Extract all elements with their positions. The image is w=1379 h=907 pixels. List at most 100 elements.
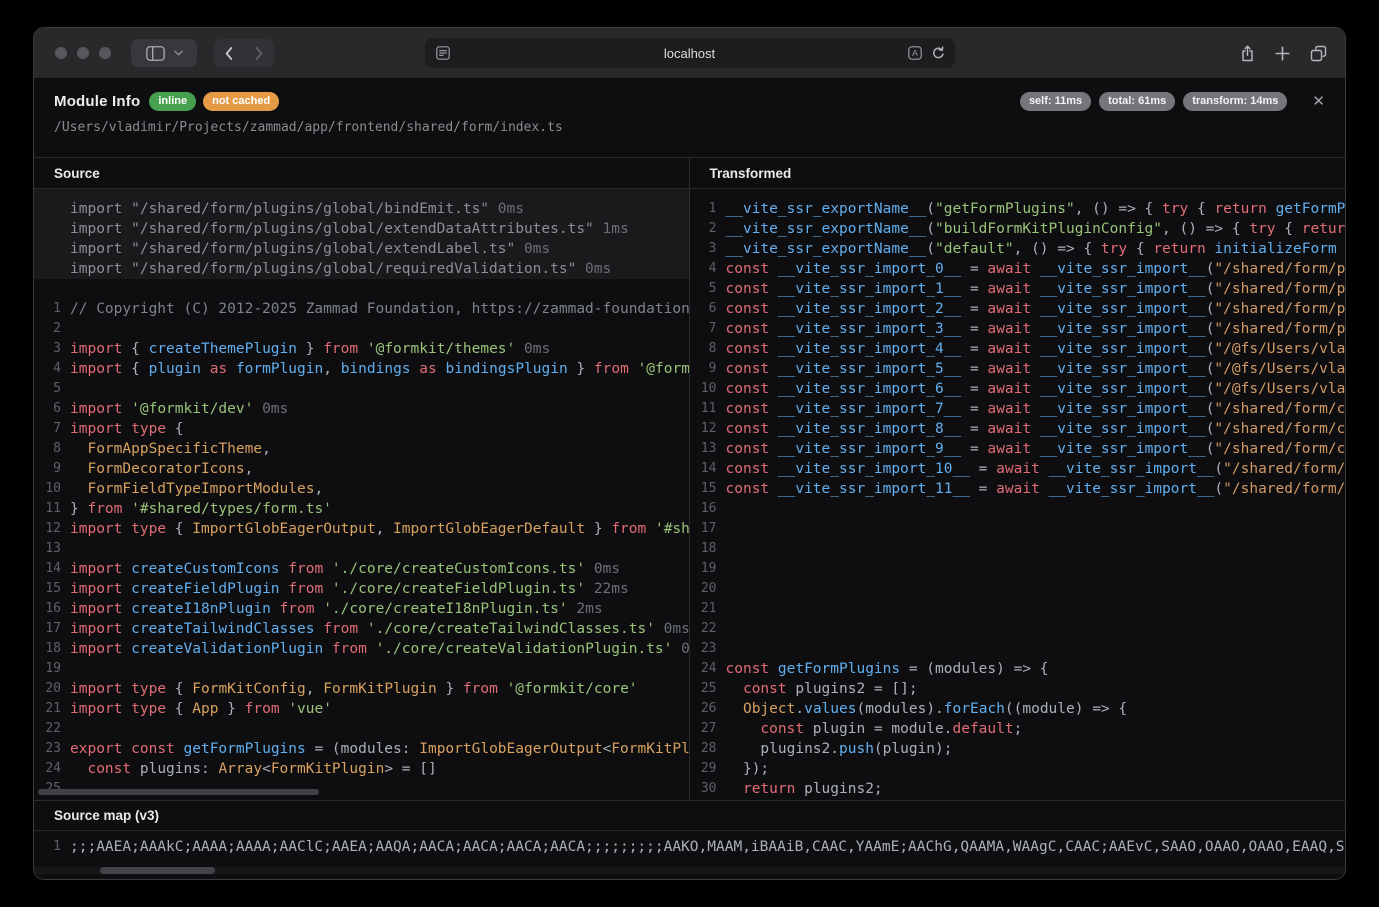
forward-button[interactable] bbox=[244, 39, 274, 67]
back-button[interactable] bbox=[214, 39, 244, 67]
code-line: 1;;;AAEA;AAAkC;AAAA;AAAA;AAClC;AAEA;AAQA… bbox=[34, 837, 1345, 857]
code-line: 20import type { FormKitConfig, FormKitPl… bbox=[34, 679, 689, 699]
sidebar-toggle-button[interactable] bbox=[131, 39, 197, 67]
code-line: 20 bbox=[690, 579, 1346, 599]
code-line: 12const __vite_ssr_import_8__ = await __… bbox=[690, 419, 1346, 439]
code-line: 6import '@formkit/dev' 0ms bbox=[34, 399, 689, 419]
code-line: 5const __vite_ssr_import_1__ = await __v… bbox=[690, 279, 1346, 299]
chevron-right-icon bbox=[255, 47, 263, 60]
code-line: 9const __vite_ssr_import_5__ = await __v… bbox=[690, 359, 1346, 379]
code-line: 30 return plugins2; bbox=[690, 779, 1346, 799]
close-icon[interactable]: ✕ bbox=[1312, 94, 1325, 109]
code-line: 10 FormFieldTypeImportModules, bbox=[34, 479, 689, 499]
source-pane-title: Source bbox=[34, 158, 689, 189]
minimize-window-button[interactable] bbox=[77, 47, 89, 59]
code-line: 15import createFieldPlugin from './core/… bbox=[34, 579, 689, 599]
horizontal-scrollbar-thumb[interactable] bbox=[38, 789, 319, 795]
code-line: 1__vite_ssr_exportName__("getFormPlugins… bbox=[690, 199, 1346, 219]
code-line: 3import { createThemePlugin } from '@for… bbox=[34, 339, 689, 359]
code-line: 24const getFormPlugins = (modules) => { bbox=[690, 659, 1346, 679]
sourcemap-scrollbar-thumb[interactable] bbox=[100, 867, 215, 874]
toolbar-right bbox=[1240, 39, 1327, 67]
svg-text:A: A bbox=[912, 48, 918, 58]
code-line: 8const __vite_ssr_import_4__ = await __v… bbox=[690, 339, 1346, 359]
code-line: 7import type { bbox=[34, 419, 689, 439]
code-line: import "/shared/form/plugins/global/requ… bbox=[34, 259, 689, 279]
tab-overview-icon[interactable] bbox=[1310, 45, 1327, 62]
code-line: 8 FormAppSpecificTheme, bbox=[34, 439, 689, 459]
sourcemap-scrollbar[interactable] bbox=[34, 867, 1345, 874]
code-panes: Source import "/shared/form/plugins/glob… bbox=[34, 157, 1345, 800]
share-icon[interactable] bbox=[1240, 45, 1255, 62]
code-line: 7const __vite_ssr_import_3__ = await __v… bbox=[690, 319, 1346, 339]
reload-icon[interactable] bbox=[931, 46, 945, 60]
code-line: import "/shared/form/plugins/global/bind… bbox=[34, 199, 689, 219]
chevron-down-icon bbox=[174, 50, 183, 56]
status-badge: inline bbox=[149, 92, 196, 111]
timing-badge: self: 11ms bbox=[1020, 92, 1091, 111]
timing-list: self: 11ms total: 61ms transform: 14ms bbox=[1020, 92, 1287, 111]
code-line: 18import createValidationPlugin from './… bbox=[34, 639, 689, 659]
zoom-window-button[interactable] bbox=[99, 47, 111, 59]
url-text: localhost bbox=[664, 46, 715, 61]
navigation-buttons bbox=[214, 39, 274, 67]
code-line: 6const __vite_ssr_import_2__ = await __v… bbox=[690, 299, 1346, 319]
code-line: 13 bbox=[34, 539, 689, 559]
code-line: 15const __vite_ssr_import_11__ = await _… bbox=[690, 479, 1346, 499]
module-header: Module Info inline not cached self: 11ms t… bbox=[34, 79, 1345, 157]
code-line: 11const __vite_ssr_import_7__ = await __… bbox=[690, 399, 1346, 419]
code-line: 4const __vite_ssr_import_0__ = await __v… bbox=[690, 259, 1346, 279]
page-settings-icon[interactable] bbox=[436, 46, 450, 60]
transformed-pane-title: Transformed bbox=[690, 158, 1346, 189]
close-window-button[interactable] bbox=[55, 47, 67, 59]
code-line: 9 FormDecoratorIcons, bbox=[34, 459, 689, 479]
sourcemap-section: Source map (v3) 1;;;AAEA;AAAkC;AAAA;AAAA… bbox=[34, 800, 1345, 879]
chevron-left-icon bbox=[225, 47, 233, 60]
code-line: 13const __vite_ssr_import_9__ = await __… bbox=[690, 439, 1346, 459]
timing-badge: transform: 14ms bbox=[1183, 92, 1287, 111]
page-title: Module Info bbox=[54, 93, 140, 110]
code-line: 25 const plugins2 = []; bbox=[690, 679, 1346, 699]
code-line: 10const __vite_ssr_import_6__ = await __… bbox=[690, 379, 1346, 399]
code-line: 14const __vite_ssr_import_10__ = await _… bbox=[690, 459, 1346, 479]
source-pane: Source import "/shared/form/plugins/glob… bbox=[34, 158, 690, 800]
code-line: 5 bbox=[34, 379, 689, 399]
code-line: 24 const plugins: Array<FormKitPlugin> =… bbox=[34, 759, 689, 779]
code-line: 1// Copyright (C) 2012-2025 Zammad Found… bbox=[34, 299, 689, 319]
code-line: 21import type { App } from 'vue' bbox=[34, 699, 689, 719]
transformed-code[interactable]: 1__vite_ssr_exportName__("getFormPlugins… bbox=[690, 189, 1346, 800]
sourcemap-mappings[interactable]: 1;;;AAEA;AAAkC;AAAA;AAAA;AAClC;AAEA;AAQA… bbox=[34, 831, 1345, 857]
badge-list: inline not cached bbox=[149, 92, 279, 111]
new-tab-icon[interactable] bbox=[1275, 46, 1290, 61]
code-line: 19 bbox=[690, 559, 1346, 579]
code-line: 28 plugins2.push(plugin); bbox=[690, 739, 1346, 759]
translate-icon[interactable]: A bbox=[908, 46, 922, 60]
code-line: 14import createCustomIcons from './core/… bbox=[34, 559, 689, 579]
address-bar[interactable]: localhost A bbox=[425, 38, 955, 68]
code-line: 12import type { ImportGlobEagerOutput, I… bbox=[34, 519, 689, 539]
prepended-imports: import "/shared/form/plugins/global/bind… bbox=[34, 189, 689, 279]
sidebar-icon bbox=[146, 46, 165, 61]
browser-window: localhost A bbox=[33, 27, 1346, 880]
code-line: 16 bbox=[690, 499, 1346, 519]
code-line: 4import { plugin as formPlugin, bindings… bbox=[34, 359, 689, 379]
code-line: import "/shared/form/plugins/global/exte… bbox=[34, 239, 689, 259]
browser-chrome: localhost A bbox=[34, 28, 1345, 79]
transformed-pane: Transformed 1__vite_ssr_exportName__("ge… bbox=[690, 158, 1346, 800]
code-line: 16import createI18nPlugin from './core/c… bbox=[34, 599, 689, 619]
code-line: 2 bbox=[34, 319, 689, 339]
code-line: 23export const getFormPlugins = (modules… bbox=[34, 739, 689, 759]
code-line: 22 bbox=[690, 619, 1346, 639]
code-line: 18 bbox=[690, 539, 1346, 559]
code-line: 26 Object.values(modules).forEach((modul… bbox=[690, 699, 1346, 719]
code-line: 29 }); bbox=[690, 759, 1346, 779]
code-line: import "/shared/form/plugins/global/exte… bbox=[34, 219, 689, 239]
file-path: /Users/vladimir/Projects/zammad/app/fron… bbox=[54, 120, 1325, 135]
status-badge: not cached bbox=[203, 92, 279, 111]
code-line: 19 bbox=[34, 659, 689, 679]
code-line: 17 bbox=[690, 519, 1346, 539]
timing-badge: total: 61ms bbox=[1099, 92, 1175, 111]
code-line: 11} from '#shared/types/form.ts' bbox=[34, 499, 689, 519]
module-inspect-page: Module Info inline not cached self: 11ms t… bbox=[34, 79, 1345, 879]
source-code[interactable]: import "/shared/form/plugins/global/bind… bbox=[34, 189, 689, 800]
